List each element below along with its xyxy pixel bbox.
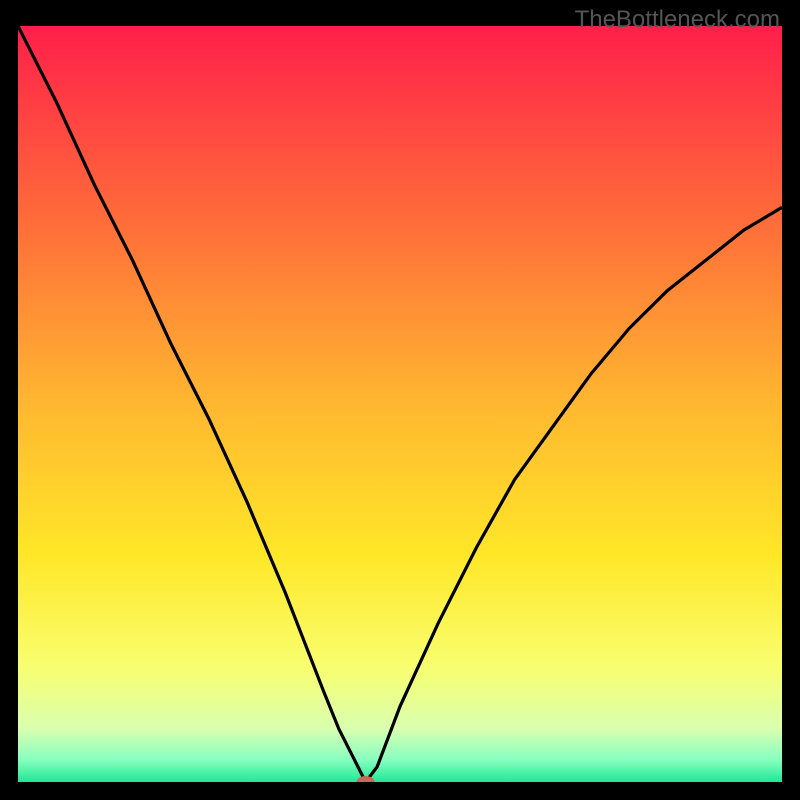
chart-svg	[18, 26, 782, 782]
watermark-text: TheBottleneck.com	[575, 6, 780, 34]
chart-background	[18, 26, 782, 782]
chart-plot-area	[18, 26, 782, 782]
